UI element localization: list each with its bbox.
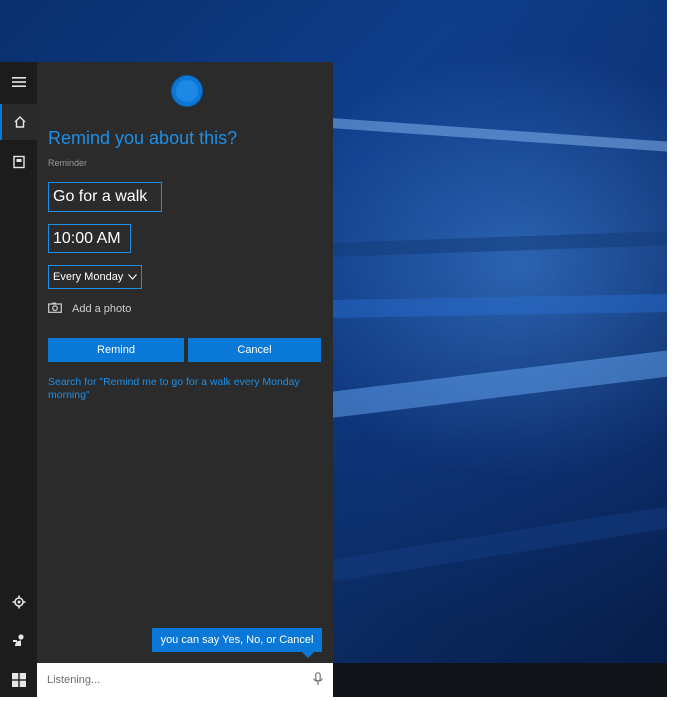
cortana-search-bar[interactable]: Listening... [37, 663, 333, 697]
reminder-label: Reminder [48, 158, 88, 168]
listening-status: Listening... [47, 674, 101, 686]
camera-icon [48, 302, 62, 316]
cortana-panel: Remind you about this? Reminder Go for a… [37, 62, 333, 663]
repeat-dropdown[interactable]: Every Monday [48, 265, 142, 289]
remind-button[interactable]: Remind [48, 338, 184, 362]
cancel-button[interactable]: Cancel [188, 338, 321, 362]
home-icon[interactable] [0, 104, 37, 140]
chevron-down-icon [128, 271, 137, 283]
add-photo-label: Add a photo [72, 303, 132, 315]
cortana-logo-icon [172, 76, 202, 106]
repeat-value: Every Monday [53, 271, 124, 283]
reminder-time-field[interactable]: 10:00 AM [48, 224, 131, 253]
add-photo-button[interactable]: Add a photo [48, 302, 131, 316]
notebook-icon[interactable] [0, 144, 37, 180]
bubble-tail [302, 652, 314, 658]
settings-gear-icon[interactable] [0, 584, 37, 620]
reminder-text-field[interactable]: Go for a walk [48, 182, 162, 212]
search-suggestion-link[interactable]: Search for "Remind me to go for a walk e… [48, 376, 324, 402]
reminder-text-value: Go for a walk [53, 188, 148, 205]
windows-start-icon[interactable] [0, 663, 37, 697]
hamburger-menu-icon[interactable] [0, 64, 37, 100]
reminder-heading: Remind you about this? [48, 128, 238, 148]
cortana-rail [0, 62, 37, 697]
reminder-time-value: 10:00 AM [53, 229, 121, 247]
feedback-person-icon[interactable] [0, 622, 37, 658]
microphone-icon[interactable] [313, 671, 323, 689]
voice-hint-bubble: you can say Yes, No, or Cancel [152, 628, 322, 652]
